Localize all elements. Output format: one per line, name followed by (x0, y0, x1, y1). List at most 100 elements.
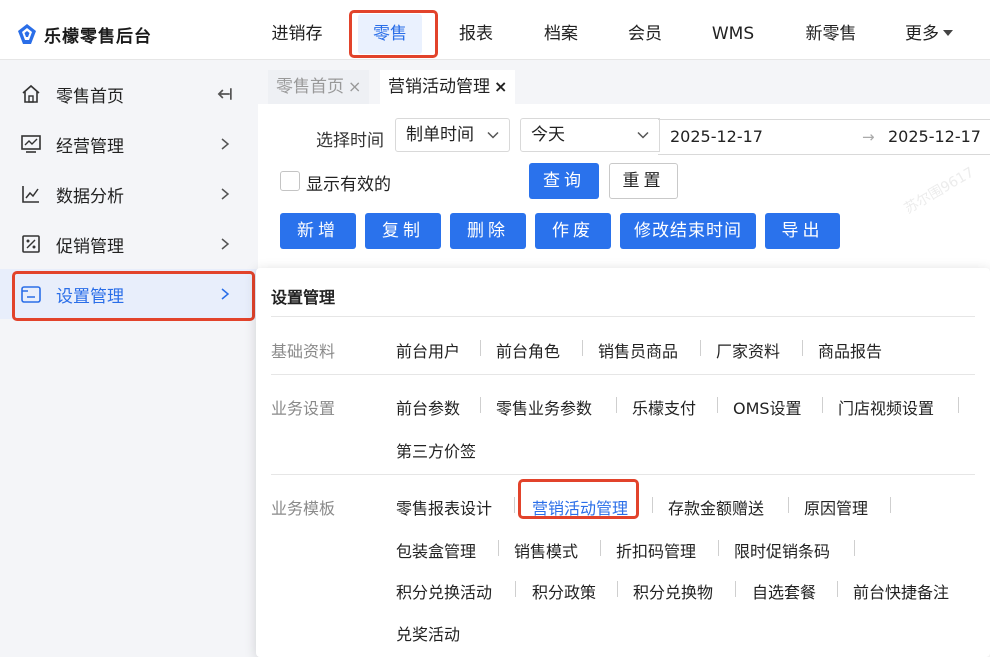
link-custom-combo[interactable]: 自选套餐 (752, 579, 816, 603)
link-sales-mode[interactable]: 销售模式 (514, 538, 578, 562)
query-button[interactable]: 查询 (529, 163, 599, 199)
divider (480, 340, 481, 356)
add-button[interactable]: 新增 (280, 213, 356, 249)
nav-item-archives[interactable]: 档案 (533, 14, 589, 54)
nav-item-wms[interactable]: WMS (703, 14, 763, 54)
link-front-quick-notes[interactable]: 前台快捷备注 (853, 579, 949, 603)
caret-down-icon (943, 29, 953, 36)
link-oms-settings[interactable]: OMS设置 (733, 395, 802, 419)
show-valid-checkbox[interactable] (280, 171, 300, 191)
link-points-redeem-activity[interactable]: 积分兑换活动 (396, 579, 492, 603)
sidebar-item-data-analysis[interactable]: 数据分析 (0, 169, 258, 219)
modify-end-time-button[interactable]: 修改结束时间 (620, 213, 756, 249)
divider (600, 540, 601, 556)
time-type-select[interactable]: 制单时间 (395, 118, 510, 152)
collapse-sidebar-icon[interactable] (216, 86, 232, 102)
link-points-policy[interactable]: 积分政策 (532, 579, 596, 603)
link-retail-report-design[interactable]: 零售报表设计 (396, 495, 492, 519)
nav-item-members[interactable]: 会员 (617, 14, 673, 54)
page-tabs: 零售首页 × 营销活动管理 × (258, 60, 990, 104)
discount-tag-icon (22, 235, 40, 253)
sidebar-item-label: 经营管理 (56, 136, 124, 157)
date-range-preset-value: 今天 (531, 125, 565, 145)
divider (890, 497, 891, 513)
tab-label: 营销活动管理 (388, 77, 490, 97)
arrow-right-icon: → (862, 128, 875, 146)
link-discount-code-management[interactable]: 折扣码管理 (616, 538, 696, 562)
link-packaging-box-management[interactable]: 包装盒管理 (396, 538, 476, 562)
chevron-right-icon (221, 138, 230, 150)
link-store-video-settings[interactable]: 门店视频设置 (838, 395, 934, 419)
time-filter-label: 选择时间 (316, 131, 384, 151)
link-third-party-price-tags[interactable]: 第三方价签 (396, 438, 476, 462)
chevron-down-icon (637, 131, 649, 139)
sidebar-item-promotions[interactable]: 促销管理 (0, 219, 258, 269)
app-title: 乐檬零售后台 (44, 26, 152, 47)
sidebar-item-retail-home[interactable]: 零售首页 (0, 69, 258, 119)
link-front-users[interactable]: 前台用户 (396, 338, 460, 362)
link-points-redeem-items[interactable]: 积分兑换物 (633, 579, 713, 603)
sidebar-item-operations[interactable]: 经营管理 (0, 119, 258, 169)
divider (802, 340, 803, 356)
sidebar-item-label: 零售首页 (56, 86, 124, 107)
monitor-chart-icon (21, 135, 41, 153)
close-icon[interactable]: × (348, 77, 361, 96)
close-icon[interactable]: × (494, 77, 507, 96)
link-manufacturer-data[interactable]: 厂家资料 (716, 338, 780, 362)
sidebar-item-label: 数据分析 (56, 186, 124, 207)
link-prize-redemption-activity[interactable]: 兑奖活动 (396, 621, 460, 645)
nav-item-more[interactable]: 更多 (896, 14, 962, 54)
divider (717, 397, 718, 413)
chevron-right-icon (221, 238, 230, 250)
end-date-input[interactable]: 2025-12-17 (888, 120, 981, 154)
link-reason-management[interactable]: 原因管理 (804, 495, 868, 519)
divider (616, 397, 617, 413)
divider (515, 581, 516, 597)
divider (271, 316, 975, 317)
sidebar-item-label: 促销管理 (56, 236, 124, 257)
show-valid-label[interactable]: 显示有效的 (306, 170, 391, 195)
link-salesperson-products[interactable]: 销售员商品 (598, 338, 678, 362)
void-button[interactable]: 作废 (535, 213, 611, 249)
watermark: 苏尔围9617 (901, 164, 977, 218)
start-date-input[interactable]: 2025-12-17 (670, 120, 763, 154)
divider (271, 474, 975, 475)
settings-dropdown-panel: 设置管理 基础资料 前台用户 前台角色 销售员商品 厂家资料 商品报告 业务设置… (256, 268, 990, 657)
divider (271, 374, 975, 375)
divider (788, 497, 789, 513)
reset-button[interactable]: 重置 (609, 163, 678, 199)
link-lemeng-pay[interactable]: 乐檬支付 (632, 395, 696, 419)
divider (958, 397, 959, 413)
nav-item-inventory[interactable]: 进销存 (262, 14, 332, 54)
tab-marketing-activity[interactable]: 营销活动管理 × (380, 70, 516, 104)
settings-screen-icon (21, 286, 41, 303)
link-flash-sale-barcode[interactable]: 限时促销条码 (734, 538, 830, 562)
divider (718, 540, 719, 556)
link-deposit-gift[interactable]: 存款金额赠送 (668, 495, 764, 519)
tab-label: 零售首页 (276, 77, 344, 97)
sidebar-item-label: 设置管理 (56, 286, 124, 307)
nav-item-retail[interactable]: 零售 (358, 14, 422, 54)
divider (514, 497, 515, 513)
nav-item-reports[interactable]: 报表 (448, 14, 504, 54)
app-logo[interactable]: 乐檬零售后台 (16, 20, 152, 48)
export-button[interactable]: 导出 (765, 213, 840, 249)
delete-button[interactable]: 删除 (450, 213, 526, 249)
brand-logo-icon (18, 24, 36, 44)
link-front-params[interactable]: 前台参数 (396, 395, 460, 419)
link-front-roles[interactable]: 前台角色 (496, 338, 560, 362)
nav-item-new-retail[interactable]: 新零售 (796, 14, 866, 54)
time-type-value: 制单时间 (406, 125, 474, 145)
link-marketing-activity-management[interactable]: 营销活动管理 (532, 495, 628, 519)
panel-title: 设置管理 (271, 288, 336, 307)
sidebar-item-settings[interactable]: 设置管理 (0, 269, 258, 319)
tab-retail-home[interactable]: 零售首页 × (268, 70, 370, 104)
link-retail-business-params[interactable]: 零售业务参数 (496, 395, 592, 419)
link-product-report[interactable]: 商品报告 (818, 338, 882, 362)
divider (480, 397, 481, 413)
date-range-preset-select[interactable]: 今天 (520, 118, 660, 152)
copy-button[interactable]: 复制 (365, 213, 441, 249)
group-label-business-settings: 业务设置 (271, 399, 336, 418)
chevron-right-icon (221, 288, 230, 300)
divider (617, 581, 618, 597)
